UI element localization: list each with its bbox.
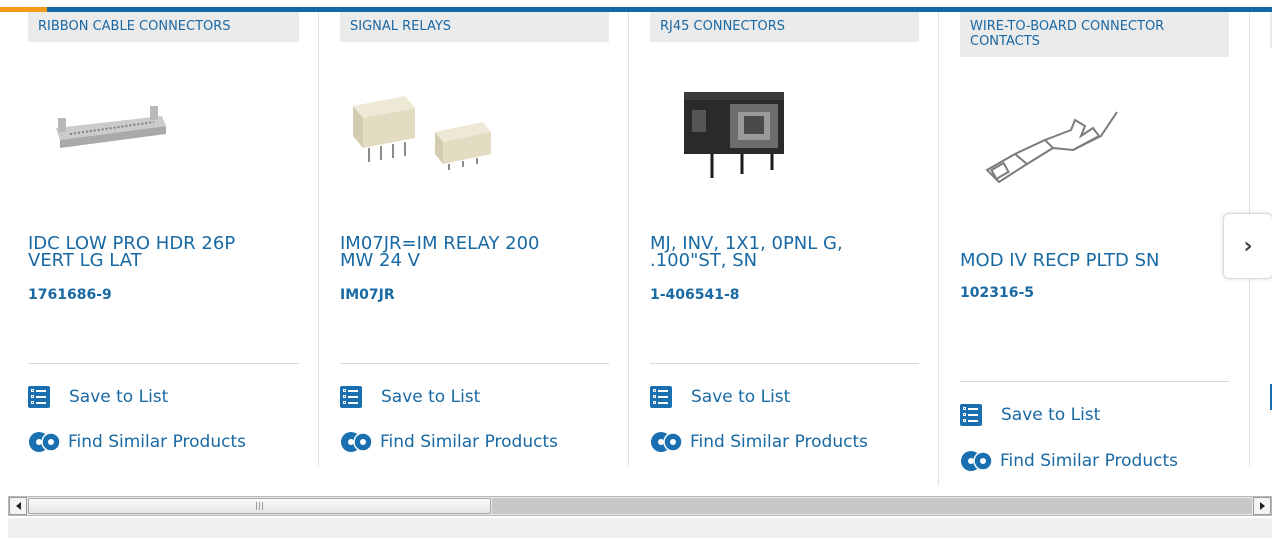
scroll-right-button[interactable] [1253, 497, 1271, 515]
checklist-icon [650, 386, 672, 408]
save-to-list-label: Save to List [691, 387, 791, 407]
scroll-left-button[interactable] [9, 497, 27, 515]
product-card: WIRE-TO-BOARD CONNECTOR CONTACTS MOD IV … [960, 12, 1229, 488]
card-divider [340, 363, 609, 364]
part-number[interactable]: 102316-5 [960, 285, 1034, 301]
arrow-left-icon [15, 502, 21, 510]
find-similar-label: Find Similar Products [1000, 451, 1178, 471]
category-tag[interactable]: WIRE-TO-BOARD CONNECTOR CONTACTS [960, 12, 1229, 57]
page-bottom-area [8, 518, 1272, 538]
save-to-list-button[interactable]: Save to List [340, 386, 480, 408]
gears-icon [341, 432, 373, 452]
save-to-list-button[interactable]: Save to List [960, 404, 1100, 426]
part-number[interactable]: IM07JR [340, 287, 395, 303]
card-divider [650, 363, 919, 364]
part-number[interactable]: 1761686-9 [28, 287, 112, 303]
product-card: SIGNAL RELAYS IM07JR=IM RELAY 200 MW 24 … [340, 12, 609, 488]
product-name[interactable]: IDC LOW PRO HDR 26P VERT LG LAT [28, 235, 299, 270]
find-similar-button[interactable]: Find Similar Products [340, 430, 558, 454]
chevron-right-icon: › [1243, 233, 1253, 259]
save-to-list-label: Save to List [69, 387, 169, 407]
category-tag[interactable]: RJ45 CONNECTORS [650, 12, 919, 42]
product-carousel: RIBBON CABLE CONNECTORS IDC LOW PRO HDR … [0, 12, 1272, 488]
save-to-list-button[interactable]: Save to List [28, 386, 168, 408]
product-name[interactable]: MJ, INV, 1X1, 0PNL G, .100"ST, SN [650, 235, 919, 270]
find-similar-button[interactable]: Find Similar Products [650, 430, 868, 454]
card-separator [628, 12, 629, 467]
scrollbar-track[interactable] [492, 498, 1252, 514]
gears-icon [29, 432, 61, 452]
grip-icon [256, 502, 263, 510]
checklist-icon [28, 386, 50, 408]
product-image[interactable] [50, 90, 170, 160]
card-divider [28, 363, 299, 364]
part-number[interactable]: 1-406541-8 [650, 287, 740, 303]
gears-icon [651, 432, 683, 452]
card-separator [938, 12, 939, 486]
arrow-right-icon [1259, 502, 1265, 510]
find-similar-button[interactable]: Find Similar Products [960, 449, 1178, 473]
find-similar-button[interactable]: Find Similar Products [28, 430, 246, 454]
product-image[interactable] [975, 100, 1125, 200]
product-card: RJ45 CONNECTORS MJ, INV, 1X1, 0PNL G, .1… [650, 12, 919, 488]
card-divider [960, 381, 1229, 382]
carousel-next-button[interactable]: › [1223, 213, 1272, 279]
product-image[interactable] [680, 82, 790, 182]
find-similar-label: Find Similar Products [68, 432, 246, 452]
save-to-list-button[interactable]: Save to List [650, 386, 790, 408]
product-name[interactable]: IM07JR=IM RELAY 200 MW 24 V [340, 235, 609, 270]
gears-icon [961, 451, 993, 471]
product-image[interactable] [345, 90, 495, 182]
horizontal-scrollbar[interactable] [8, 496, 1272, 516]
product-name[interactable]: MOD IV RECP PLTD SN [960, 252, 1229, 270]
save-to-list-label: Save to List [381, 387, 481, 407]
save-to-list-label: Save to List [1001, 405, 1101, 425]
find-similar-label: Find Similar Products [690, 432, 868, 452]
checklist-icon [960, 404, 982, 426]
scrollbar-thumb[interactable] [28, 498, 491, 514]
card-separator [318, 12, 319, 467]
product-card: RIBBON CABLE CONNECTORS IDC LOW PRO HDR … [28, 12, 299, 488]
category-tag[interactable]: SIGNAL RELAYS [340, 12, 609, 42]
find-similar-label: Find Similar Products [380, 432, 558, 452]
checklist-icon [340, 386, 362, 408]
category-tag[interactable]: RIBBON CABLE CONNECTORS [28, 12, 299, 42]
